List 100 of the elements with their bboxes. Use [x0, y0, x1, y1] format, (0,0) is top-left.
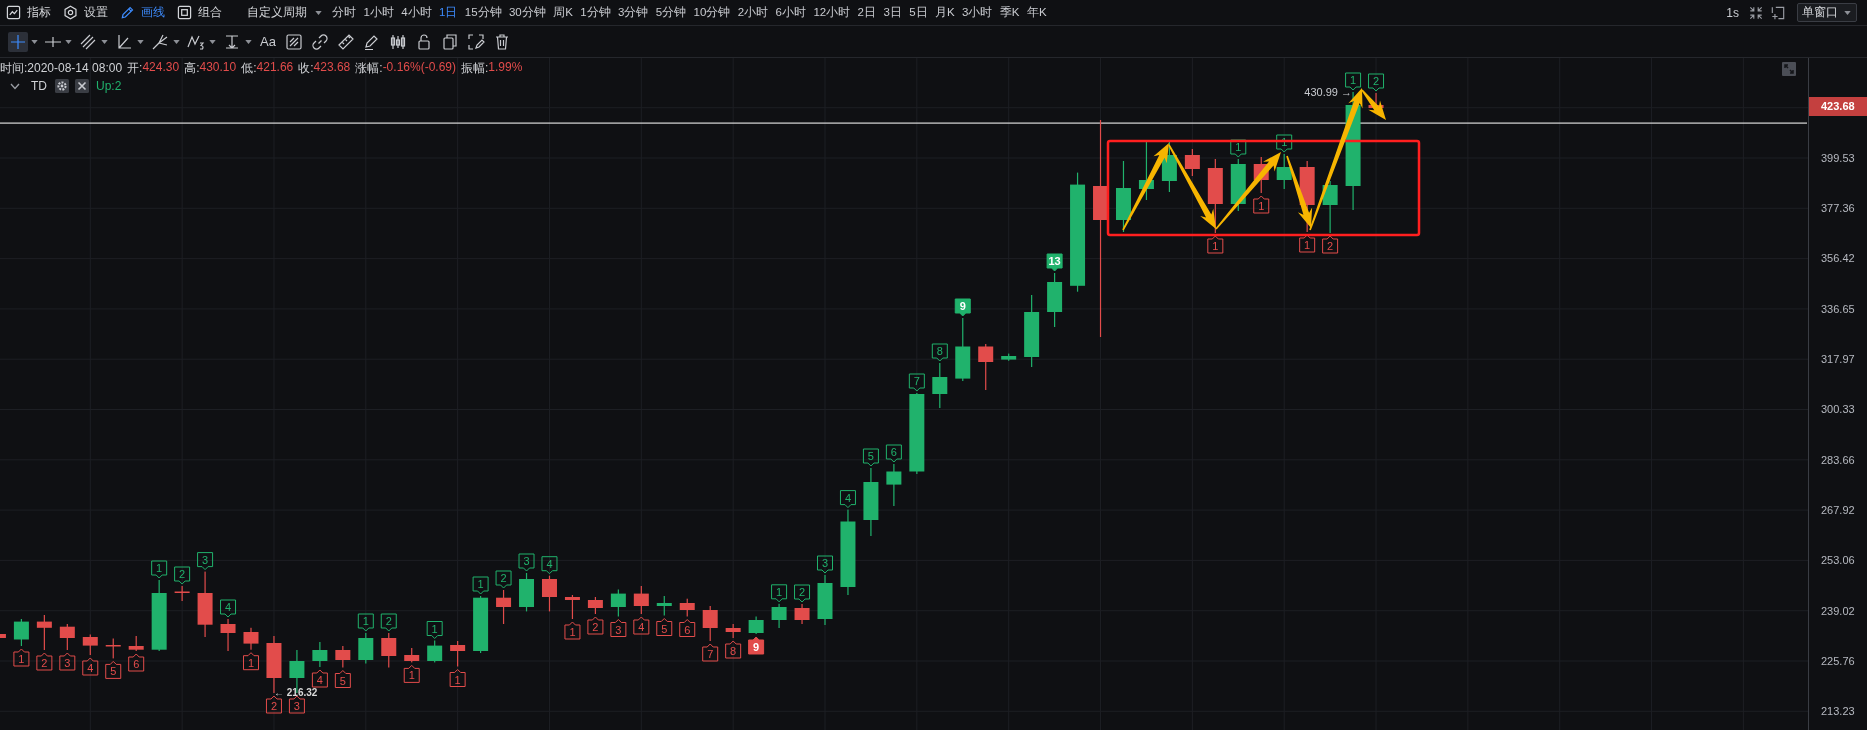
candlestick: [587, 597, 603, 614]
settings-icon[interactable]: [55, 79, 69, 93]
period-tab[interactable]: 2日: [857, 2, 876, 23]
pencil-icon: [120, 5, 135, 20]
field-label: 涨幅:: [355, 59, 383, 77]
candlestick: [748, 616, 764, 634]
count-badge: 1: [1253, 195, 1270, 214]
period-tab[interactable]: 12小时: [813, 2, 851, 23]
candlestick: [817, 575, 833, 625]
period-tab[interactable]: 5日: [909, 2, 928, 23]
low-price-label: ← 216.32: [274, 687, 318, 698]
period-tab[interactable]: 1小时: [363, 2, 394, 23]
candlestick: [197, 571, 213, 637]
field-label: 开:: [127, 59, 143, 77]
screenshot-icon[interactable]: [466, 31, 486, 52]
field-value: 1.99%: [488, 59, 523, 76]
period-dropdown[interactable]: 自定义周期: [247, 2, 322, 23]
window-mode-dropdown[interactable]: 单窗口: [1797, 3, 1857, 22]
candlestick: [36, 615, 52, 650]
field-value: 423.68: [313, 59, 351, 76]
count-badge: 6: [885, 444, 902, 463]
candlestick: [978, 344, 994, 390]
period-tab[interactable]: 2小时: [737, 2, 769, 23]
period-tab[interactable]: 1日: [439, 2, 458, 23]
price-tick-label: 213.23: [1820, 704, 1856, 720]
period-tab[interactable]: 3分钟: [618, 2, 649, 23]
pattern-icon[interactable]: [284, 31, 304, 52]
price-tick-label: 377.36: [1820, 201, 1856, 217]
count-badge: 2: [587, 616, 604, 635]
count-badge: 8: [725, 640, 742, 659]
candlestick: [679, 598, 695, 617]
line-chart-icon: [6, 5, 21, 20]
candlestick: [105, 638, 121, 659]
candlestick: [496, 590, 512, 624]
period-tab[interactable]: 15分钟: [464, 2, 502, 23]
price-tick-label: 336.65: [1820, 301, 1856, 317]
candlestick: [450, 641, 466, 667]
candlestick: [220, 619, 236, 651]
candlestick: [473, 596, 489, 653]
period-tab[interactable]: 10分钟: [693, 2, 731, 23]
candlestick: [59, 624, 75, 650]
price-tick-label: 317.97: [1820, 352, 1856, 368]
candlestick: [427, 640, 443, 663]
price-tick-label: 399.53: [1820, 150, 1856, 166]
candlestick: [381, 633, 397, 668]
period-tab[interactable]: 月K: [934, 2, 955, 23]
candlestick: [128, 636, 144, 651]
candlestick: [358, 633, 374, 664]
count-badge: 2: [794, 584, 811, 603]
copy-icon[interactable]: [440, 31, 460, 52]
candlestick: [1116, 161, 1131, 232]
count-badge: 4: [220, 599, 237, 618]
candlestick: [794, 604, 810, 624]
candlestick: [0, 634, 6, 638]
toolbar-button[interactable]: 画线: [120, 2, 165, 23]
field-label: 低:: [241, 59, 257, 77]
count-badge: 2: [36, 652, 53, 671]
count-badge: 4: [82, 657, 99, 676]
period-tab[interactable]: 分时: [332, 2, 356, 23]
period-tab[interactable]: 季K: [999, 2, 1020, 23]
count-badge: 1: [13, 648, 30, 667]
count-badge: 3: [288, 695, 305, 714]
period-tab[interactable]: 周K: [553, 2, 573, 23]
count-badge: 1: [1345, 72, 1362, 91]
period-tab[interactable]: 5分钟: [655, 2, 687, 23]
count-badge: 6: [128, 653, 145, 672]
period-tab[interactable]: 年K: [1026, 2, 1047, 23]
period-tab[interactable]: 3小时: [962, 2, 993, 23]
period-tab[interactable]: 3日: [883, 2, 902, 23]
count-badge: 4: [839, 490, 856, 509]
refresh-interval[interactable]: 1s: [1726, 5, 1739, 20]
close-icon[interactable]: [75, 79, 89, 93]
count-badge: 1: [357, 613, 374, 632]
count-badge: 1: [151, 560, 168, 579]
toolbar-button[interactable]: 组合: [177, 2, 222, 23]
candlestick: [312, 642, 328, 667]
period-tab[interactable]: 1分钟: [580, 2, 611, 23]
candlestick: [1047, 273, 1063, 327]
period-tab[interactable]: 30分钟: [508, 2, 546, 23]
layout-icon: [177, 5, 192, 20]
field-label: 振幅:: [461, 59, 489, 77]
candlestick: [266, 636, 282, 693]
candlestick: [243, 627, 259, 650]
count-badge: 3: [518, 553, 535, 572]
candlestick: [955, 318, 971, 381]
period-tab[interactable]: 6小时: [775, 2, 806, 23]
text-tool-button[interactable]: Aa: [258, 30, 278, 53]
add-window-icon[interactable]: [1771, 5, 1785, 20]
candlestick: [13, 619, 29, 646]
shrink-icon[interactable]: [1749, 5, 1763, 20]
count-badge: 1: [472, 576, 489, 595]
toolbar-button[interactable]: 指标: [6, 2, 51, 23]
price-tick-label: 283.66: [1820, 452, 1856, 468]
toolbar-button[interactable]: 设置: [63, 2, 108, 23]
period-tab[interactable]: 4小时: [401, 2, 432, 23]
candlestick: [886, 464, 902, 506]
chevron-icon[interactable]: [10, 82, 20, 90]
link-icon[interactable]: [310, 31, 330, 52]
caret-icon: [315, 10, 322, 15]
price-tick-label: 225.76: [1820, 653, 1856, 669]
